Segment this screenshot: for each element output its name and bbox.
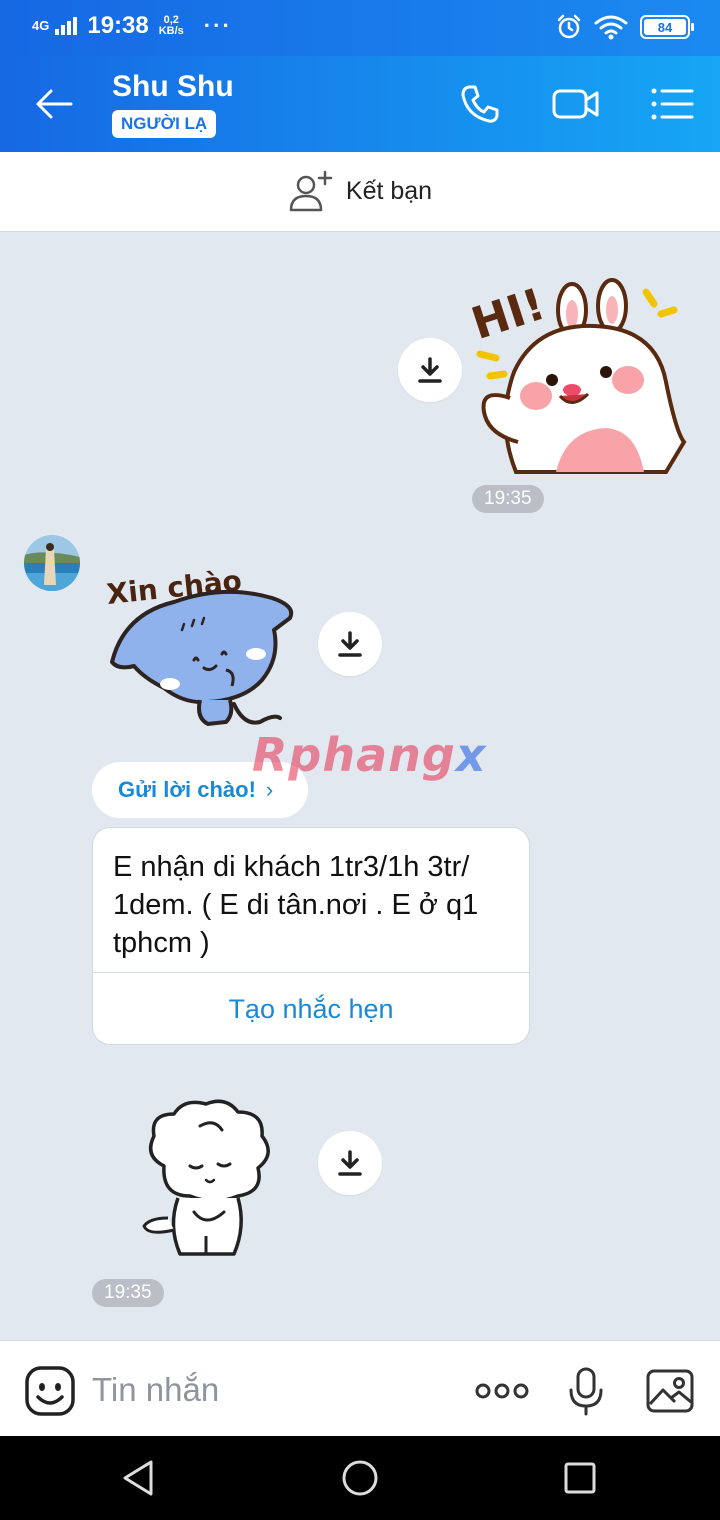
create-reminder-button[interactable]: Tạo nhắc hẹn [93, 973, 529, 1044]
watermark-suffix: x [455, 728, 487, 782]
message-text: E nhận di khách 1tr3/1h 3tr/ 1dem. ( E d… [113, 851, 479, 959]
message-timestamp: 19:35 [92, 1279, 164, 1307]
chat-header: Shu Shu NGƯỜI LẠ [0, 56, 720, 152]
fluffy-bow-sticker[interactable] [134, 1096, 280, 1262]
more-notifications-icon: ··· [203, 13, 232, 38]
stranger-badge: NGƯỜI LẠ [112, 110, 217, 138]
more-options-button[interactable] [474, 1365, 530, 1417]
arrow-left-icon [36, 89, 73, 119]
download-icon [338, 1150, 362, 1176]
network-type: 4G [32, 18, 50, 33]
alarm-icon [557, 14, 581, 39]
speed-unit: KB/s [158, 25, 184, 37]
video-camera-icon [552, 89, 599, 119]
download-sticker-button[interactable] [318, 1131, 382, 1195]
message-input-bar [0, 1340, 720, 1436]
square-recents-icon [564, 1462, 596, 1494]
nav-back-button[interactable] [114, 1454, 162, 1502]
system-nav-bar [0, 1436, 720, 1520]
voice-message-button[interactable] [558, 1365, 614, 1417]
circle-home-icon [342, 1460, 378, 1496]
cat-xin-chao-sticker[interactable]: Xin chào [104, 554, 304, 740]
contact-name[interactable]: Shu Shu [112, 70, 234, 104]
battery-level: 84 [657, 19, 673, 35]
text-message-bubble[interactable]: E nhận di khách 1tr3/1h 3tr/ 1dem. ( E d… [92, 827, 530, 1045]
message-input[interactable] [92, 1367, 452, 1413]
nav-recents-button[interactable] [556, 1454, 604, 1502]
image-gallery-icon [646, 1369, 694, 1413]
contact-avatar[interactable] [24, 535, 80, 591]
wifi-icon [594, 15, 628, 40]
watermark-text: Rphang [252, 728, 456, 782]
watermark: Rphangx [252, 728, 487, 782]
emoji-button[interactable] [24, 1365, 76, 1417]
send-greeting-label: Gửi lời chào! [118, 777, 256, 802]
phone-icon [461, 85, 499, 123]
emoji-icon [25, 1366, 75, 1416]
add-friend-label: Kết bạn [345, 177, 433, 205]
send-image-button[interactable] [642, 1365, 698, 1417]
add-user-icon [289, 170, 333, 211]
download-icon [418, 357, 442, 383]
nav-home-button[interactable] [336, 1454, 384, 1502]
status-time: 19:38 [87, 12, 149, 39]
signal-icon [55, 17, 78, 35]
triangle-back-icon [123, 1460, 153, 1496]
list-menu-icon [651, 88, 694, 120]
add-friend-button[interactable]: Kết bạn [0, 152, 720, 232]
status-bar: 4G 19:38 0,2 KB/s ··· 84 [0, 0, 720, 56]
battery-icon: 84 [640, 15, 694, 39]
download-sticker-button[interactable] [398, 338, 462, 402]
download-sticker-button[interactable] [318, 612, 382, 676]
more-dots-icon [475, 1383, 529, 1399]
message-timestamp: 19:35 [472, 485, 544, 513]
bunny-hi-sticker[interactable]: HI! [466, 262, 696, 476]
download-icon [338, 631, 362, 657]
video-call-button[interactable] [550, 80, 602, 128]
back-button[interactable] [28, 80, 80, 128]
call-button[interactable] [454, 80, 506, 128]
network-speed: 0,2 KB/s [159, 15, 184, 37]
microphone-icon [569, 1367, 603, 1416]
menu-button[interactable] [646, 80, 698, 128]
